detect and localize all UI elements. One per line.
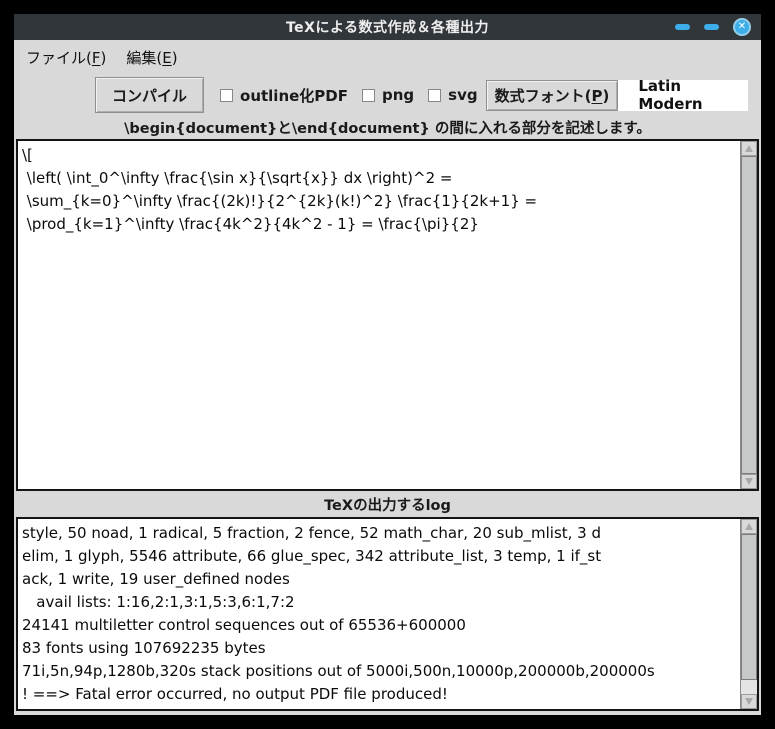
tex-log-content[interactable]: style, 50 noad, 1 radical, 5 fraction, 2… <box>18 519 740 709</box>
log-scrollbar[interactable] <box>740 519 757 709</box>
window-title: TeXによる数式作成＆各種出力 <box>286 17 489 37</box>
scroll-up-icon[interactable] <box>741 141 757 156</box>
menu-file-label-end: ) <box>101 49 107 67</box>
math-font-label: 数式フォント( <box>495 87 592 105</box>
menu-edit-mnemonic: E <box>162 49 171 67</box>
tex-source-textarea[interactable]: \[ \left( \int_0^\infty \frac{\sin x}{\s… <box>16 139 759 491</box>
math-font-value-field[interactable]: Latin Modern <box>618 80 748 111</box>
outline-pdf-checkbox[interactable] <box>220 89 233 102</box>
menu-file[interactable]: ファイル(F) <box>26 47 106 68</box>
log-line: avail lists: 1:16,2:1,3:1,5:3,6:1,7:2 <box>22 591 740 614</box>
maximize-icon[interactable] <box>704 24 719 30</box>
menubar: ファイル(F) 編集(E) <box>14 40 761 74</box>
close-icon[interactable]: ✕ <box>733 18 751 36</box>
outline-pdf-label: outline化PDF <box>240 85 348 106</box>
outline-pdf-option: outline化PDF <box>220 85 348 106</box>
compile-button[interactable]: コンパイル <box>95 77 204 113</box>
log-line: ! ==> Fatal error occurred, no output PD… <box>22 683 740 706</box>
code-line: \prod_{k=1}^\infty \frac{4k^2}{4k^2 - 1}… <box>22 213 740 236</box>
scroll-down-icon[interactable] <box>741 474 757 489</box>
window-controls: ✕ <box>675 14 751 40</box>
log-scrollbar-thumb[interactable] <box>741 534 757 680</box>
code-line: \sum_{k=0}^\infty \frac{(2k)!}{2^{2k}(k!… <box>22 190 740 213</box>
math-font-label-end: ) <box>602 87 609 105</box>
editor-scrollbar[interactable] <box>740 141 757 489</box>
png-option: png <box>362 86 414 104</box>
minimize-icon[interactable] <box>675 24 690 30</box>
log-line: style, 50 noad, 1 radical, 5 fraction, 2… <box>22 522 740 545</box>
scroll-up-icon[interactable] <box>741 519 757 534</box>
menu-edit-label-end: ) <box>172 49 178 67</box>
menu-edit-label: 編集( <box>126 49 162 67</box>
tex-source-content[interactable]: \[ \left( \int_0^\infty \frac{\sin x}{\s… <box>18 141 740 489</box>
log-line: 83 fonts using 107692235 bytes <box>22 637 740 660</box>
toolbar: コンパイル outline化PDF png svg 数式フォント(P) Lati… <box>14 76 761 114</box>
log-line: ack, 1 write, 19 user_defined nodes <box>22 568 740 591</box>
svg-label: svg <box>448 86 477 104</box>
menu-edit[interactable]: 編集(E) <box>126 47 177 68</box>
menu-file-mnemonic: F <box>92 49 101 67</box>
document-hint-label: \begin{document}と\end{document} の間に入れる部分… <box>14 117 761 139</box>
png-checkbox[interactable] <box>362 89 375 102</box>
tex-log-textarea[interactable]: style, 50 noad, 1 radical, 5 fraction, 2… <box>16 517 759 711</box>
log-line: elim, 1 glyph, 5546 attribute, 66 glue_s… <box>22 545 740 568</box>
math-font-mnemonic: P <box>591 87 602 105</box>
log-line: 71i,5n,94p,1280b,320s stack positions ou… <box>22 660 740 683</box>
log-section-label: TeXの出力するlog <box>14 494 761 516</box>
code-line: \[ <box>22 144 740 167</box>
app-window: TeXによる数式作成＆各種出力 ✕ ファイル(F) 編集(E) コンパイル ou… <box>14 14 761 715</box>
svg-checkbox[interactable] <box>428 89 441 102</box>
titlebar: TeXによる数式作成＆各種出力 ✕ <box>14 14 761 40</box>
log-line: 24141 multiletter control sequences out … <box>22 614 740 637</box>
menu-file-label: ファイル( <box>26 49 92 67</box>
code-line: \left( \int_0^\infty \frac{\sin x}{\sqrt… <box>22 167 740 190</box>
math-font-button[interactable]: 数式フォント(P) <box>486 80 619 111</box>
png-label: png <box>382 86 414 104</box>
svg-option: svg <box>428 86 477 104</box>
scroll-down-icon[interactable] <box>741 694 757 709</box>
editor-scrollbar-thumb[interactable] <box>741 156 757 474</box>
